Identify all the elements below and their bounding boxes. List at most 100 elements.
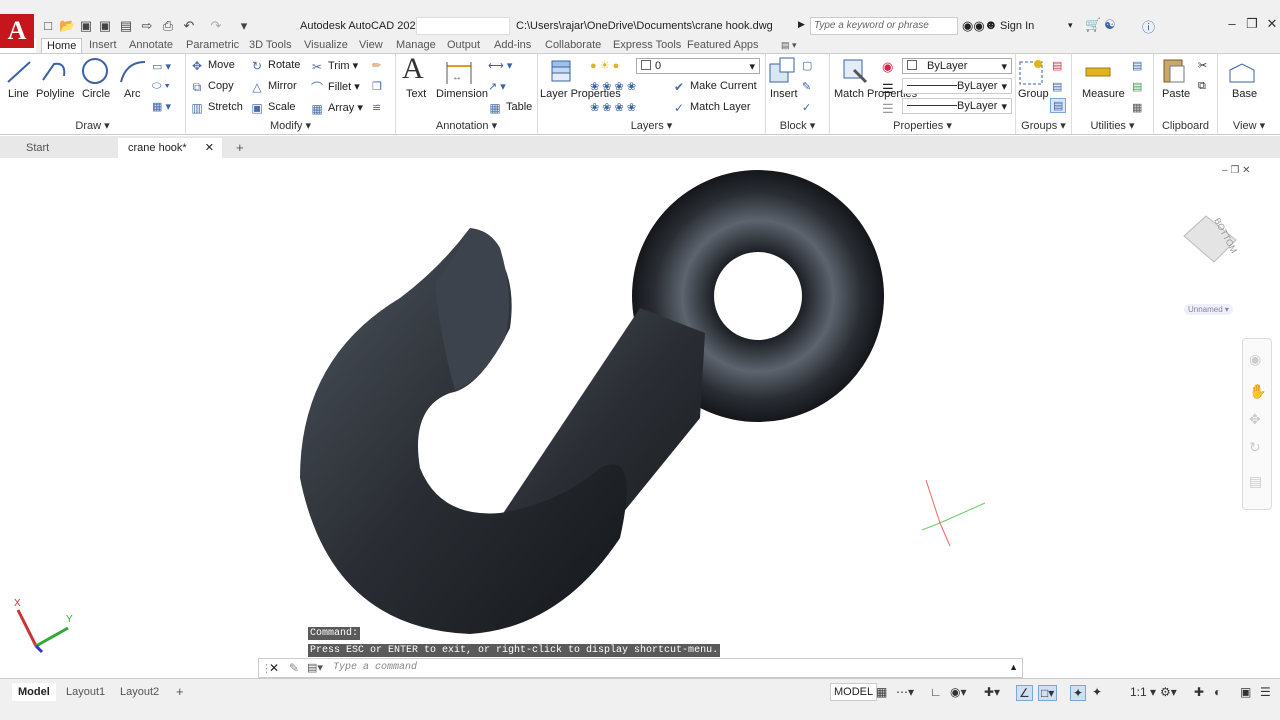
web-mobile-icon[interactable]: ▤ — [118, 18, 134, 34]
block-panel-title[interactable]: Block ▾ — [766, 119, 829, 132]
plot-icon[interactable]: ⎙ — [160, 18, 176, 34]
isolate-objects-icon[interactable]: ◐ — [1214, 685, 1221, 699]
polyline-icon[interactable] — [40, 58, 70, 86]
lineweight-dropdown[interactable]: ByLayer ▾ — [902, 98, 1012, 114]
layer-tools-row1-icons[interactable]: ❀ ❀ ❀ ❀ — [590, 80, 636, 93]
close-icon[interactable]: ✕ — [1262, 16, 1280, 32]
dimension-button[interactable]: Dimension — [436, 88, 488, 100]
text-icon[interactable]: A — [402, 52, 424, 86]
object-snap-icon[interactable]: □▾ — [1038, 685, 1058, 701]
tab-output[interactable]: Output — [442, 38, 485, 54]
table-button[interactable]: ▦ Table — [488, 101, 532, 114]
copy-clip-icon[interactable]: ⧉ — [1198, 80, 1206, 93]
close-tab-icon[interactable]: ✕ — [205, 138, 214, 158]
measure-button[interactable]: Measure — [1082, 88, 1125, 100]
match-layer-button[interactable]: ✓ Match Layer — [672, 101, 751, 114]
layer-properties-icon[interactable] — [548, 57, 578, 85]
wcs-menu[interactable]: Unnamed ▾ — [1184, 304, 1233, 315]
application-menu-button[interactable]: A — [0, 14, 34, 48]
calculator-icon[interactable]: ▦ — [1132, 101, 1142, 114]
clipboard-panel-title[interactable]: Clipboard — [1154, 120, 1217, 132]
minimize-icon[interactable]: – — [1222, 16, 1242, 31]
expand-icon[interactable]: ▶ — [798, 19, 805, 30]
viewport-controls[interactable]: – ❐ ✕ — [1222, 165, 1250, 176]
arc-icon[interactable] — [118, 58, 148, 86]
dimension-icon[interactable]: ↔ — [444, 58, 474, 86]
tab-3d-tools[interactable]: 3D Tools — [244, 38, 297, 54]
insert-button[interactable]: Insert — [770, 88, 798, 100]
restore-icon[interactable]: ❐ — [1242, 16, 1262, 32]
ribbon-minimize-icon[interactable]: ▤ ▾ — [776, 38, 802, 54]
new-tab-icon[interactable]: + — [226, 138, 254, 158]
annotation-scale[interactable]: 1:1 ▾ — [1130, 685, 1156, 699]
tab-add-ins[interactable]: Add-ins — [489, 38, 536, 54]
modify-panel-title[interactable]: Modify ▾ — [186, 119, 395, 132]
tab-layout2[interactable]: Layout2 — [114, 683, 165, 701]
group-icon[interactable] — [1018, 58, 1048, 86]
group-button[interactable]: Group — [1018, 88, 1049, 100]
tab-home[interactable]: Home — [41, 38, 83, 54]
copy-button[interactable]: ⧉ Copy — [190, 80, 234, 93]
command-input[interactable]: Type a command — [333, 662, 417, 673]
color-wheel-icon[interactable]: ◉ — [882, 59, 893, 75]
layer-tools-row2-icons[interactable]: ❀ ❀ ❀ ❀ — [590, 101, 636, 114]
redo-icon[interactable]: ↷ — [208, 18, 224, 34]
select-all-icon[interactable]: ▤ — [1132, 80, 1142, 93]
workspace-gear-icon[interactable]: ⚙▾ — [1160, 685, 1177, 699]
linetype-icon[interactable]: ☰ — [882, 81, 894, 97]
tab-annotate[interactable]: Annotate — [124, 38, 178, 54]
draw-panel-title[interactable]: Draw ▾ — [0, 119, 185, 132]
zoom-icon[interactable]: ✥ — [1249, 411, 1261, 428]
utilities-panel-title[interactable]: Utilities ▾ — [1072, 119, 1153, 132]
paste-icon[interactable] — [1160, 56, 1190, 84]
group-edit-icon[interactable]: ▤ — [1052, 80, 1062, 93]
layers-panel-title[interactable]: Layers ▾ — [538, 119, 765, 132]
showmotion-icon[interactable]: ▤ — [1249, 473, 1262, 490]
autodesk-a360-icon[interactable]: ☯ — [1104, 17, 1116, 33]
scale-button[interactable]: ▣ Scale — [250, 101, 295, 114]
tab-featured-apps[interactable]: Featured Apps — [682, 38, 764, 54]
customization-icon[interactable]: ☰ — [1260, 685, 1271, 699]
hatch-icon[interactable]: ▦ ▾ — [152, 100, 171, 113]
edit-attributes-icon[interactable]: ✓ — [802, 101, 811, 114]
lineweight-icon[interactable]: ☰ — [882, 101, 894, 117]
grid-icon[interactable]: ▦ — [876, 685, 887, 699]
circle-icon[interactable] — [80, 56, 110, 84]
cart-icon[interactable]: 🛒 — [1085, 17, 1101, 33]
save-icon[interactable]: ▣ — [78, 18, 94, 34]
rotate-button[interactable]: ↻ Rotate — [250, 59, 300, 72]
paste-button[interactable]: Paste — [1162, 88, 1190, 100]
undo-icon[interactable]: ↶ — [181, 18, 197, 34]
model-space-toggle[interactable]: MODEL — [830, 683, 878, 701]
tab-model[interactable]: Model — [12, 683, 56, 701]
orbit-icon[interactable]: ↻ — [1249, 439, 1261, 456]
search-input[interactable]: Type a keyword or phrase — [810, 17, 958, 35]
insert-block-icon[interactable] — [768, 56, 798, 84]
sign-in-button[interactable]: Sign In — [1000, 20, 1034, 32]
base-view-icon[interactable] — [1228, 58, 1258, 86]
tab-start[interactable]: Start — [16, 138, 116, 158]
erase-icon[interactable]: ✏ — [372, 59, 381, 72]
color-dropdown[interactable]: ByLayer ▾ — [902, 58, 1012, 74]
tab-layout1[interactable]: Layout1 — [60, 683, 111, 701]
tab-collaborate[interactable]: Collaborate — [540, 38, 606, 54]
base-button[interactable]: Base — [1232, 88, 1257, 100]
measure-icon[interactable] — [1084, 60, 1114, 88]
annotation-visibility-icon[interactable]: ✦ — [1070, 685, 1087, 701]
linetype-dropdown[interactable]: ByLayer ▾ — [902, 78, 1012, 94]
ellipse-icon[interactable]: ⬭ ▾ — [152, 80, 170, 93]
add-layout-icon[interactable]: + — [170, 683, 190, 701]
line-button[interactable]: Line — [8, 88, 29, 100]
object-snap-tracking-icon[interactable]: ∠ — [1016, 685, 1033, 701]
isodraft-icon[interactable]: ✚▾ — [984, 685, 1000, 699]
recent-commands-icon[interactable]: ▤▾ — [307, 661, 323, 674]
share-icon[interactable]: ⇨ — [139, 18, 155, 34]
trim-button[interactable]: ✂ Trim ▾ — [310, 59, 358, 73]
ungroup-icon[interactable]: ▤ — [1052, 59, 1062, 72]
polyline-button[interactable]: Polyline — [36, 88, 75, 100]
tab-insert[interactable]: Insert — [84, 38, 122, 54]
pan-icon[interactable]: ✋ — [1249, 383, 1266, 400]
view-panel-title[interactable]: View ▾ — [1218, 119, 1280, 132]
linear-dimension-icon[interactable]: ⟷ ▾ — [488, 59, 512, 72]
offset-icon[interactable]: ≌ — [372, 101, 381, 114]
